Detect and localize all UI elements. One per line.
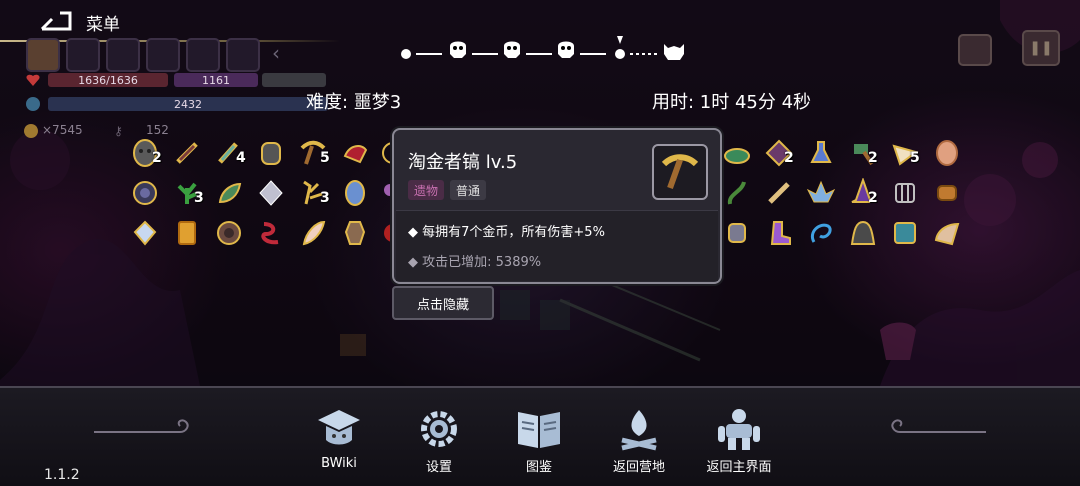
hide-tooltip-button[interactable]: 点击隐藏 (392, 286, 494, 320)
skill-button[interactable] (958, 34, 992, 66)
bwiki-button[interactable]: BWiki (294, 406, 384, 478)
campfire-icon (621, 410, 657, 451)
settings-label: 设置 (425, 460, 452, 475)
golem-icon (718, 409, 760, 450)
menu-button[interactable]: 菜单 (38, 6, 148, 38)
tag-rarity: 普通 (450, 180, 487, 200)
relic-gauntlet-icon[interactable] (720, 216, 754, 250)
codex-label: 图鉴 (525, 460, 552, 475)
relic-card-icon[interactable] (170, 216, 204, 250)
relic-diamond-icon[interactable] (128, 216, 162, 250)
relic-mirror-icon[interactable] (338, 176, 372, 210)
key-icon: ⚷ (114, 124, 123, 138)
heart-icon (26, 72, 40, 86)
coin-icon (24, 124, 38, 138)
chevron-left-icon[interactable]: ‹ (266, 38, 286, 68)
relic-vine-icon[interactable] (720, 176, 754, 210)
difficulty-label: 难度: 噩梦3 (306, 92, 402, 113)
weapon-slot[interactable] (66, 38, 100, 72)
gear-icon (421, 411, 457, 447)
mana-bar: 2432 (48, 97, 328, 111)
relic-tooltip: 淘金者镐 lv.5 遗物 普通 ◆ 每拥有7个金币，所有伤害+5% ◆ 攻击已增… (392, 128, 722, 284)
codex-button[interactable]: 图鉴 (494, 406, 584, 478)
relic-cloak-icon[interactable] (846, 216, 880, 250)
relic-count: 5 (320, 150, 330, 166)
relic-count: 4 (236, 150, 246, 166)
relic-effect: ◆ 每拥有7个金币，所有伤害+5% (408, 225, 605, 240)
relic-cage-icon[interactable] (888, 176, 922, 210)
shield-bar: 1161 (174, 73, 258, 87)
relic-leaf-icon[interactable] (212, 176, 246, 210)
book-icon (518, 412, 560, 448)
return-main-button[interactable]: 返回主界面 (694, 406, 784, 478)
weapon-slot[interactable] (146, 38, 180, 72)
weapon-slot[interactable] (186, 38, 220, 72)
weapon-slots: ‹ (26, 38, 286, 72)
relic-count: 5 (910, 150, 920, 166)
relic-crystal-icon[interactable] (254, 176, 288, 210)
weapon-slot[interactable] (226, 38, 260, 72)
relic-urn-icon[interactable] (338, 216, 372, 250)
relic-shell-horn-icon[interactable] (930, 216, 964, 250)
relic-potion-icon[interactable] (804, 136, 838, 170)
relic-count: 2 (868, 190, 878, 206)
level-progress-path (401, 36, 684, 60)
return-camp-label: 返回营地 (612, 460, 665, 475)
game-screen: 菜单 ‹ 1636/1636 1161 2432 ×7545 ⚷ 152 ❚❚ (0, 0, 1080, 486)
relic-shell-icon[interactable] (720, 136, 754, 170)
bottom-menu-bar: BWiki 设置 图鉴 返回营地 返回主界面 (0, 386, 1080, 486)
mana-icon (26, 97, 40, 111)
weapon-slot[interactable] (106, 38, 140, 72)
relic-tags: 遗物 普通 (408, 180, 487, 200)
hp-bar: 1636/1636 (48, 73, 168, 87)
relic-grid-right: 2 2 5 2 (716, 134, 976, 254)
graduation-cap-icon (318, 410, 360, 445)
relic-ribbon-icon[interactable] (254, 216, 288, 250)
relic-bonus: ◆ 攻击已增加: 5389% (408, 255, 542, 270)
pause-icon: ❚❚ (1029, 40, 1053, 56)
back-icon (38, 9, 74, 36)
empty-bar (262, 73, 326, 87)
relic-count: 3 (194, 190, 204, 206)
pause-button[interactable]: ❚❚ (1022, 30, 1060, 66)
relic-count: 2 (784, 150, 794, 166)
relic-boot-icon[interactable] (762, 216, 796, 250)
elapsed-time: 用时: 1时 45分 4秒 (652, 92, 812, 113)
settings-button[interactable]: 设置 (394, 406, 484, 478)
relic-stone-icon[interactable] (254, 136, 288, 170)
return-camp-button[interactable]: 返回营地 (594, 406, 684, 478)
relic-scroll-icon[interactable] (930, 176, 964, 210)
relic-lion-icon[interactable] (212, 216, 246, 250)
relic-title: 淘金者镐 lv.5 (408, 152, 518, 173)
weapon-slot[interactable] (26, 38, 60, 72)
bwiki-label: BWiki (321, 456, 357, 471)
relic-feather-icon[interactable] (296, 216, 330, 250)
coin-count: ×7545 (42, 123, 83, 137)
menu-label: 菜单 (86, 14, 120, 35)
relic-box-icon[interactable] (888, 216, 922, 250)
relic-bone-icon[interactable] (762, 176, 796, 210)
right-ornament (891, 419, 986, 433)
left-ornament (94, 419, 189, 433)
relic-egg-icon[interactable] (930, 136, 964, 170)
relic-whirl-icon[interactable] (804, 216, 838, 250)
tag-type: 遗物 (408, 180, 445, 200)
return-main-label: 返回主界面 (706, 460, 772, 475)
pickaxe-icon (652, 144, 708, 200)
relic-count: 2 (152, 150, 162, 166)
relic-orb-icon[interactable] (128, 176, 162, 210)
relic-count: 3 (320, 190, 330, 206)
relic-grid-left: 2 4 5 3 3 (128, 134, 404, 254)
version-label: 1.1.2 (44, 467, 80, 483)
relic-slingshot-icon[interactable] (170, 136, 204, 170)
relic-lotus-icon[interactable] (804, 176, 838, 210)
relic-count: 2 (868, 150, 878, 166)
relic-description-panel: ◆ 每拥有7个金币，所有伤害+5% ◆ 攻击已增加: 5389% (396, 210, 718, 281)
relic-horn-icon[interactable] (338, 136, 372, 170)
